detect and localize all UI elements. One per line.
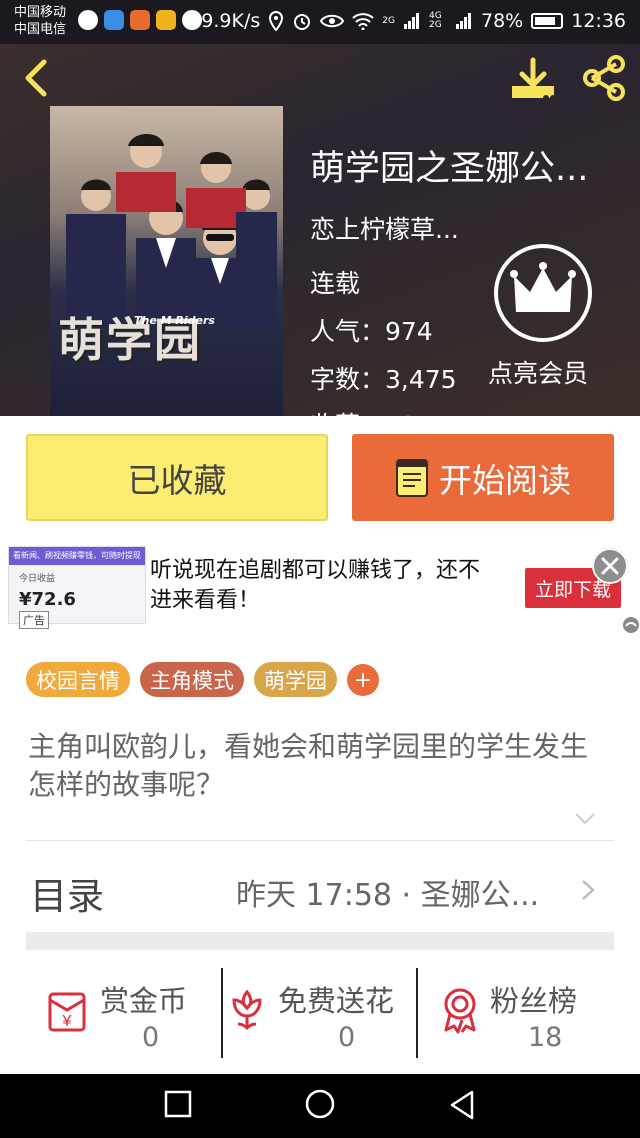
stat-divider <box>416 968 418 1058</box>
qq-icon <box>78 10 98 30</box>
book-cover[interactable]: 萌学园 The M Riders <box>50 106 283 416</box>
back-arrow-icon[interactable] <box>18 58 58 98</box>
book-popularity: 人气：974 <box>310 317 433 346</box>
send-flowers-label[interactable]: 免费送花 <box>278 978 394 1020</box>
book-author[interactable]: 恋上柠檬草... <box>310 210 459 246</box>
tag-mengxueyuan[interactable]: 萌学园 <box>254 662 337 697</box>
clock: 12:36 <box>571 10 626 32</box>
send-flowers-value: 0 <box>338 1022 356 1053</box>
book-icon <box>396 458 428 497</box>
toc-label[interactable]: 目录 <box>30 866 104 920</box>
book-detail-page: 中国移动 中国电信 49.9K/s 2G 4G 2G 78% 12:36 萌学园… <box>0 0 640 1138</box>
carrier-1: 中国移动 <box>14 5 67 20</box>
chevron-down-icon[interactable] <box>574 812 596 826</box>
battery-percent: 78% <box>481 10 524 32</box>
player-app-icon <box>130 10 150 30</box>
vip-label[interactable]: 点亮会员 <box>488 354 588 390</box>
cover-subtitle: The M Riders <box>134 314 215 327</box>
book-collections: 收藏：13 <box>310 406 417 416</box>
book-header: 萌学园 The M Riders 萌学园之圣娜公... 恋上柠檬草... 连载 … <box>0 44 640 416</box>
favorited-button[interactable]: 已收藏 <box>26 434 328 521</box>
alarm-icon <box>294 14 311 30</box>
start-reading-button[interactable]: 开始阅读 <box>352 434 614 521</box>
back-icon[interactable] <box>448 1090 476 1120</box>
download-icon[interactable] <box>508 56 558 104</box>
ad-source-icon <box>623 617 639 633</box>
recent-apps-icon[interactable] <box>164 1090 192 1118</box>
video-app-icon <box>104 10 124 30</box>
toc-latest-chapter[interactable]: 昨天 17:58 · 圣娜公... <box>236 870 539 914</box>
ad-image-price: ¥72.6 <box>19 589 76 610</box>
ad-image[interactable]: 看新闻、刷视频赚零钱，可随时提现 今日收益 ¥72.6 广告 <box>8 546 146 629</box>
book-title: 萌学园之圣娜公... <box>310 149 589 189</box>
ad-banner[interactable]: 看新闻、刷视频赚零钱，可随时提现 今日收益 ¥72.6 广告 听说现在追剧都可以… <box>0 538 640 634</box>
carrier-names: 中国移动 中国电信 <box>14 4 66 38</box>
battery-icon <box>531 13 564 29</box>
medal-icon[interactable] <box>438 986 482 1034</box>
signal-1-icon <box>404 13 419 29</box>
ad-badge: 广告 <box>19 611 49 629</box>
share-icon[interactable] <box>580 54 628 102</box>
ad-text[interactable]: 听说现在追剧都可以赚钱了，还不进来看看！ <box>150 556 490 616</box>
stat-divider <box>221 968 223 1058</box>
book-description: 主角叫欧韵儿，看她会和萌学园里的学生发生怎样的故事呢？ <box>28 730 589 801</box>
fan-ranking-label[interactable]: 粉丝榜 <box>490 978 577 1020</box>
book-word-count: 字数：3,475 <box>310 365 457 394</box>
tag-campus-romance[interactable]: 校园言情 <box>26 662 130 697</box>
crown-icon[interactable] <box>492 242 594 344</box>
signal-2-icon <box>456 13 471 29</box>
eye-icon <box>320 14 345 28</box>
section-divider <box>26 932 614 950</box>
flower-icon[interactable] <box>226 986 268 1034</box>
signal-2-label: 4G 2G <box>429 11 442 30</box>
reward-coins-value: 0 <box>142 1022 160 1053</box>
ad-image-header: 看新闻、刷视频赚零钱，可随时提现 <box>9 547 145 565</box>
add-tag-button[interactable]: + <box>347 664 379 696</box>
fan-ranking-value: 18 <box>528 1022 563 1053</box>
status-bar: 中国移动 中国电信 49.9K/s 2G 4G 2G 78% 12:36 <box>0 0 640 44</box>
carrier-2: 中国电信 <box>14 22 67 37</box>
close-icon[interactable] <box>592 548 628 584</box>
reward-coins-label[interactable]: 赏金币 <box>100 978 187 1020</box>
cover-photo <box>66 134 277 326</box>
notification-icons <box>78 10 202 30</box>
android-nav-bar <box>0 1074 640 1138</box>
net-speed: 49.9K/s <box>189 10 261 32</box>
red-envelope-icon[interactable]: ¥ <box>44 986 92 1034</box>
divider <box>26 840 614 841</box>
svg-text:¥: ¥ <box>62 1013 72 1030</box>
chevron-right-icon[interactable] <box>580 878 596 902</box>
location-icon <box>269 11 284 31</box>
status-right: 49.9K/s 2G 4G 2G 78% 12:36 <box>189 10 626 32</box>
game-app-icon <box>156 10 176 30</box>
signal-1-label: 2G <box>382 15 395 26</box>
start-reading-label: 开始阅读 <box>439 460 571 500</box>
wifi-icon <box>352 13 374 30</box>
book-status: 连载 <box>310 269 361 298</box>
ad-image-price-label: 今日收益 <box>19 574 56 584</box>
tag-protagonist-mode[interactable]: 主角模式 <box>140 662 244 697</box>
home-icon[interactable] <box>304 1088 336 1120</box>
tag-list: 校园言情 主角模式 萌学园 + <box>26 662 379 697</box>
